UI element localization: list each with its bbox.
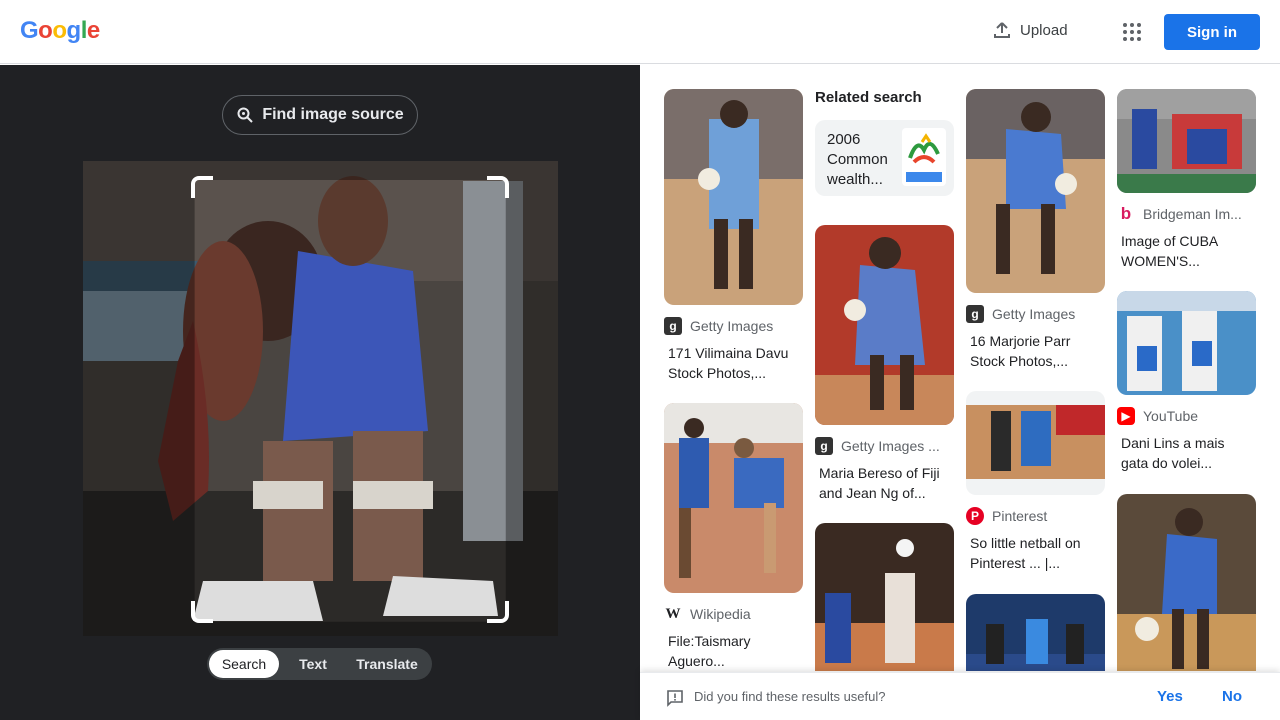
upload-label: Upload [1020,21,1068,39]
upload-button[interactable]: Upload [992,20,1068,40]
feedback-yes-button[interactable]: Yes [1157,688,1183,705]
feedback-question: Did you find these results useful? [694,689,886,704]
getty-images-icon: g [815,437,833,455]
result-card[interactable]: ▶ YouTube Dani Lins a mais gata do volei..… [1117,291,1256,473]
image-preview-panel: Find image source Search Text Translate [0,65,640,720]
result-card[interactable] [1117,494,1256,671]
wikipedia-icon: W [664,605,682,623]
result-thumbnail[interactable] [966,89,1105,293]
apps-grid-icon[interactable] [1120,20,1144,44]
youtube-icon: ▶ [1117,407,1135,425]
result-title-line: File:Taismary [668,633,751,649]
related-search-section: Related search 2006 Common wealth... [815,89,954,196]
result-source: Getty Images ... [841,438,940,454]
crop-handle-top-right[interactable] [487,176,509,198]
sign-in-button[interactable]: Sign in [1164,14,1260,50]
result-thumbnail[interactable] [815,225,954,425]
result-title-line: Stock Photos,... [970,353,1069,369]
pinterest-icon: P [966,507,984,525]
result-source: Pinterest [992,508,1048,524]
result-card[interactable]: P Pinterest So little netball on Pinterest… [966,391,1105,573]
result-title-line: Image of CUBA [1121,233,1219,249]
tab-search[interactable]: Search [209,650,279,678]
result-card[interactable]: g Getty Images ... Maria Bereso of Fiji an… [815,225,954,503]
result-thumbnail[interactable] [966,594,1105,671]
mode-switcher: Search Text Translate [207,648,432,680]
result-title-line: Dani Lins a mais [1121,435,1225,451]
lens-search-icon [237,107,254,123]
result-title-line: gata do volei... [1121,455,1213,471]
result-title-line: Maria Bereso of Fiji [819,465,940,481]
result-source: Getty Images [690,318,774,334]
google-logo[interactable]: Google [20,17,100,45]
result-card[interactable]: b Bridgeman Im... Image of CUBA WOMEN'S... [1117,89,1256,271]
result-source: Bridgeman Im... [1143,206,1242,222]
crop-handle-bottom-right[interactable] [487,601,509,623]
result-thumbnail[interactable] [664,403,803,593]
melbourne-2006-logo [902,128,946,186]
uploaded-image [83,161,558,636]
related-search-item[interactable]: 2006 Common wealth... [815,120,954,196]
crop-handle-top-left[interactable] [191,176,213,198]
result-card[interactable] [815,523,954,671]
visual-matches-panel: g Getty Images 171 Vilimaina Davu Stock Ph… [640,65,1280,671]
result-title-line: Stock Photos,... [668,365,767,381]
result-source: Getty Images [992,306,1076,322]
result-card[interactable]: W Wikipedia File:Taismary Aguero... [664,403,803,671]
tab-translate[interactable]: Translate [347,650,427,678]
find-image-source-label: Find image source [262,106,404,123]
top-bar: Google Upload Sign in [0,0,1280,64]
result-thumbnail[interactable] [664,89,803,305]
result-source: Wikipedia [690,606,751,622]
result-card[interactable]: g Getty Images 16 Marjorie Parr Stock Phot… [966,89,1105,371]
result-title-line: Aguero... [668,653,725,669]
result-thumbnail[interactable] [966,391,1105,495]
result-title-line: So little netball on [970,535,1081,551]
find-image-source-button[interactable]: Find image source [222,95,418,135]
bridgeman-icon: b [1117,204,1135,223]
getty-images-icon: g [966,305,984,323]
result-card[interactable] [966,594,1105,671]
tab-text[interactable]: Text [279,650,347,678]
result-thumbnail[interactable] [1117,89,1256,193]
result-thumbnail[interactable] [1117,494,1256,671]
result-thumbnail[interactable] [1117,291,1256,395]
feedback-icon [667,690,683,707]
upload-icon [994,22,1010,38]
result-title-line: 171 Vilimaina Davu [668,345,789,361]
feedback-bar: Did you find these results useful? Yes N… [640,672,1280,720]
result-thumbnail[interactable] [815,523,954,671]
result-card[interactable]: g Getty Images 171 Vilimaina Davu Stock Ph… [664,89,803,383]
result-title-line: Pinterest ... |... [970,555,1061,571]
result-title-line: 16 Marjorie Parr [970,333,1071,349]
related-search-heading: Related search [815,89,922,106]
result-title-line: WOMEN'S... [1121,253,1200,269]
feedback-no-button[interactable]: No [1222,688,1242,705]
result-source: YouTube [1143,408,1199,424]
result-title-line: and Jean Ng of... [819,485,926,501]
crop-handle-bottom-left[interactable] [191,601,213,623]
getty-images-icon: g [664,317,682,335]
